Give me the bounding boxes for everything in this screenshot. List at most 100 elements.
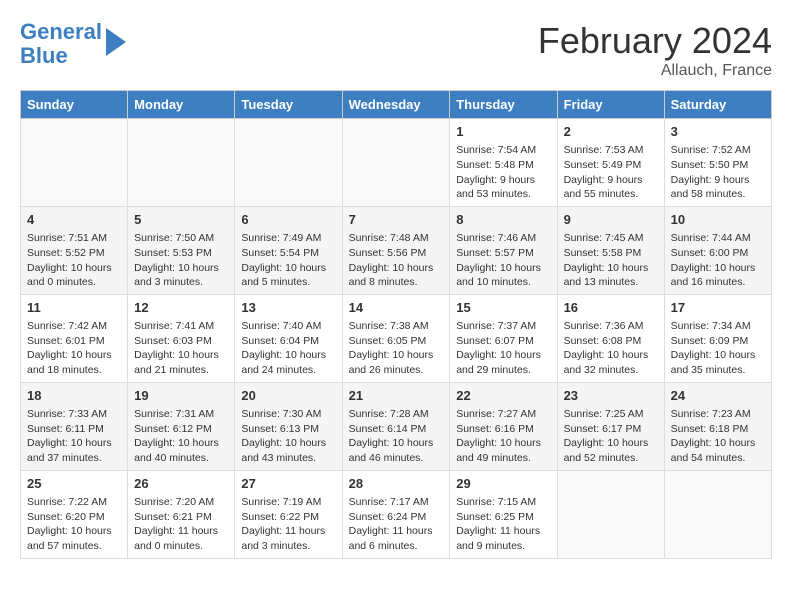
calendar-cell: 28 Sunrise: 7:17 AMSunset: 6:24 PMDayligh… (342, 470, 450, 558)
calendar-cell: 22 Sunrise: 7:27 AMSunset: 6:16 PMDayligh… (450, 382, 557, 470)
day-number: 9 (564, 211, 658, 229)
day-info: Sunrise: 7:46 AMSunset: 5:57 PMDaylight:… (456, 231, 550, 290)
day-number: 11 (27, 299, 121, 317)
day-info: Sunrise: 7:28 AMSunset: 6:14 PMDaylight:… (349, 407, 444, 466)
day-info: Sunrise: 7:30 AMSunset: 6:13 PMDaylight:… (241, 407, 335, 466)
day-number: 1 (456, 123, 550, 141)
day-info: Sunrise: 7:44 AMSunset: 6:00 PMDaylight:… (671, 231, 765, 290)
day-number: 12 (134, 299, 228, 317)
week-row-3: 18Sunrise: 7:33 AMSunset: 6:11 PMDayligh… (21, 382, 772, 470)
month-title: February 2024 (538, 20, 772, 62)
day-info: Sunrise: 7:17 AMSunset: 6:24 PMDaylight:… (349, 495, 444, 554)
weekday-header-friday: Friday (557, 91, 664, 119)
day-number: 6 (241, 211, 335, 229)
calendar-cell (342, 119, 450, 207)
day-info: Sunrise: 7:45 AMSunset: 5:58 PMDaylight:… (564, 231, 658, 290)
day-info: Sunrise: 7:25 AMSunset: 6:17 PMDaylight:… (564, 407, 658, 466)
day-info: Sunrise: 7:54 AMSunset: 5:48 PMDaylight:… (456, 143, 550, 202)
title-block: February 2024 Allauch, France (538, 20, 772, 80)
day-info: Sunrise: 7:41 AMSunset: 6:03 PMDaylight:… (134, 319, 228, 378)
day-info: Sunrise: 7:22 AMSunset: 6:20 PMDaylight:… (27, 495, 121, 554)
day-number: 23 (564, 387, 658, 405)
day-number: 7 (349, 211, 444, 229)
day-number: 25 (27, 475, 121, 493)
day-info: Sunrise: 7:20 AMSunset: 6:21 PMDaylight:… (134, 495, 228, 554)
day-info: Sunrise: 7:51 AMSunset: 5:52 PMDaylight:… (27, 231, 121, 290)
day-number: 2 (564, 123, 658, 141)
day-number: 4 (27, 211, 121, 229)
calendar-cell: 18Sunrise: 7:33 AMSunset: 6:11 PMDayligh… (21, 382, 128, 470)
calendar-cell: 24Sunrise: 7:23 AMSunset: 6:18 PMDayligh… (664, 382, 771, 470)
day-number: 13 (241, 299, 335, 317)
day-info: Sunrise: 7:19 AMSunset: 6:22 PMDaylight:… (241, 495, 335, 554)
calendar-cell: 9 Sunrise: 7:45 AMSunset: 5:58 PMDaylight… (557, 206, 664, 294)
weekday-header-saturday: Saturday (664, 91, 771, 119)
calendar-cell (235, 119, 342, 207)
day-info: Sunrise: 7:48 AMSunset: 5:56 PMDaylight:… (349, 231, 444, 290)
day-info: Sunrise: 7:38 AMSunset: 6:05 PMDaylight:… (349, 319, 444, 378)
calendar-cell: 10 Sunrise: 7:44 AMSunset: 6:00 PMDayligh… (664, 206, 771, 294)
calendar-cell: 29 Sunrise: 7:15 AMSunset: 6:25 PMDayligh… (450, 470, 557, 558)
week-row-1: 4 Sunrise: 7:51 AMSunset: 5:52 PMDaylight… (21, 206, 772, 294)
day-info: Sunrise: 7:53 AMSunset: 5:49 PMDaylight:… (564, 143, 658, 202)
calendar-cell: 11 Sunrise: 7:42 AMSunset: 6:01 PMDayligh… (21, 294, 128, 382)
day-info: Sunrise: 7:27 AMSunset: 6:16 PMDaylight:… (456, 407, 550, 466)
calendar-cell: 4 Sunrise: 7:51 AMSunset: 5:52 PMDaylight… (21, 206, 128, 294)
weekday-header-thursday: Thursday (450, 91, 557, 119)
calendar-cell: 21 Sunrise: 7:28 AMSunset: 6:14 PMDayligh… (342, 382, 450, 470)
day-info: Sunrise: 7:34 AMSunset: 6:09 PMDaylight:… (671, 319, 765, 378)
calendar-cell: 23 Sunrise: 7:25 AMSunset: 6:17 PMDayligh… (557, 382, 664, 470)
day-info: Sunrise: 7:49 AMSunset: 5:54 PMDaylight:… (241, 231, 335, 290)
calendar-cell: 25 Sunrise: 7:22 AMSunset: 6:20 PMDayligh… (21, 470, 128, 558)
day-info: Sunrise: 7:33 AMSunset: 6:11 PMDaylight:… (27, 407, 121, 466)
day-info: Sunrise: 7:50 AMSunset: 5:53 PMDaylight:… (134, 231, 228, 290)
week-row-0: 1 Sunrise: 7:54 AMSunset: 5:48 PMDaylight… (21, 119, 772, 207)
day-number: 14 (349, 299, 444, 317)
day-number: 21 (349, 387, 444, 405)
calendar-cell: 13 Sunrise: 7:40 AMSunset: 6:04 PMDayligh… (235, 294, 342, 382)
day-info: Sunrise: 7:36 AMSunset: 6:08 PMDaylight:… (564, 319, 658, 378)
logo: General Blue (20, 20, 126, 68)
calendar-cell: 26 Sunrise: 7:20 AMSunset: 6:21 PMDayligh… (128, 470, 235, 558)
day-number: 29 (456, 475, 550, 493)
logo-arrow-icon (106, 28, 126, 56)
calendar-cell (21, 119, 128, 207)
day-number: 8 (456, 211, 550, 229)
calendar-cell: 1 Sunrise: 7:54 AMSunset: 5:48 PMDaylight… (450, 119, 557, 207)
day-number: 26 (134, 475, 228, 493)
day-number: 22 (456, 387, 550, 405)
weekday-header-monday: Monday (128, 91, 235, 119)
day-number: 17 (671, 299, 765, 317)
calendar-cell: 20 Sunrise: 7:30 AMSunset: 6:13 PMDayligh… (235, 382, 342, 470)
weekday-header-tuesday: Tuesday (235, 91, 342, 119)
calendar-cell: 14 Sunrise: 7:38 AMSunset: 6:05 PMDayligh… (342, 294, 450, 382)
calendar-cell: 27 Sunrise: 7:19 AMSunset: 6:22 PMDayligh… (235, 470, 342, 558)
calendar-cell (128, 119, 235, 207)
day-info: Sunrise: 7:23 AMSunset: 6:18 PMDaylight:… (671, 407, 765, 466)
day-number: 3 (671, 123, 765, 141)
calendar-cell: 6 Sunrise: 7:49 AMSunset: 5:54 PMDaylight… (235, 206, 342, 294)
weekday-header-sunday: Sunday (21, 91, 128, 119)
day-info: Sunrise: 7:52 AMSunset: 5:50 PMDaylight:… (671, 143, 765, 202)
day-info: Sunrise: 7:42 AMSunset: 6:01 PMDaylight:… (27, 319, 121, 378)
day-info: Sunrise: 7:31 AMSunset: 6:12 PMDaylight:… (134, 407, 228, 466)
page-header: General Blue February 2024 Allauch, Fran… (20, 20, 772, 80)
calendar-cell: 8 Sunrise: 7:46 AMSunset: 5:57 PMDaylight… (450, 206, 557, 294)
logo-blue: Blue (20, 43, 68, 68)
calendar-cell: 17 Sunrise: 7:34 AMSunset: 6:09 PMDayligh… (664, 294, 771, 382)
day-number: 16 (564, 299, 658, 317)
calendar-cell: 16 Sunrise: 7:36 AMSunset: 6:08 PMDayligh… (557, 294, 664, 382)
calendar-cell: 3 Sunrise: 7:52 AMSunset: 5:50 PMDaylight… (664, 119, 771, 207)
location: Allauch, France (538, 62, 772, 80)
day-number: 28 (349, 475, 444, 493)
day-number: 10 (671, 211, 765, 229)
calendar-cell (557, 470, 664, 558)
calendar-cell: 5Sunrise: 7:50 AMSunset: 5:53 PMDaylight… (128, 206, 235, 294)
weekday-header-row: SundayMondayTuesdayWednesdayThursdayFrid… (21, 91, 772, 119)
day-info: Sunrise: 7:40 AMSunset: 6:04 PMDaylight:… (241, 319, 335, 378)
calendar-cell: 12 Sunrise: 7:41 AMSunset: 6:03 PMDayligh… (128, 294, 235, 382)
day-number: 27 (241, 475, 335, 493)
day-number: 19 (134, 387, 228, 405)
day-number: 20 (241, 387, 335, 405)
day-info: Sunrise: 7:15 AMSunset: 6:25 PMDaylight:… (456, 495, 550, 554)
